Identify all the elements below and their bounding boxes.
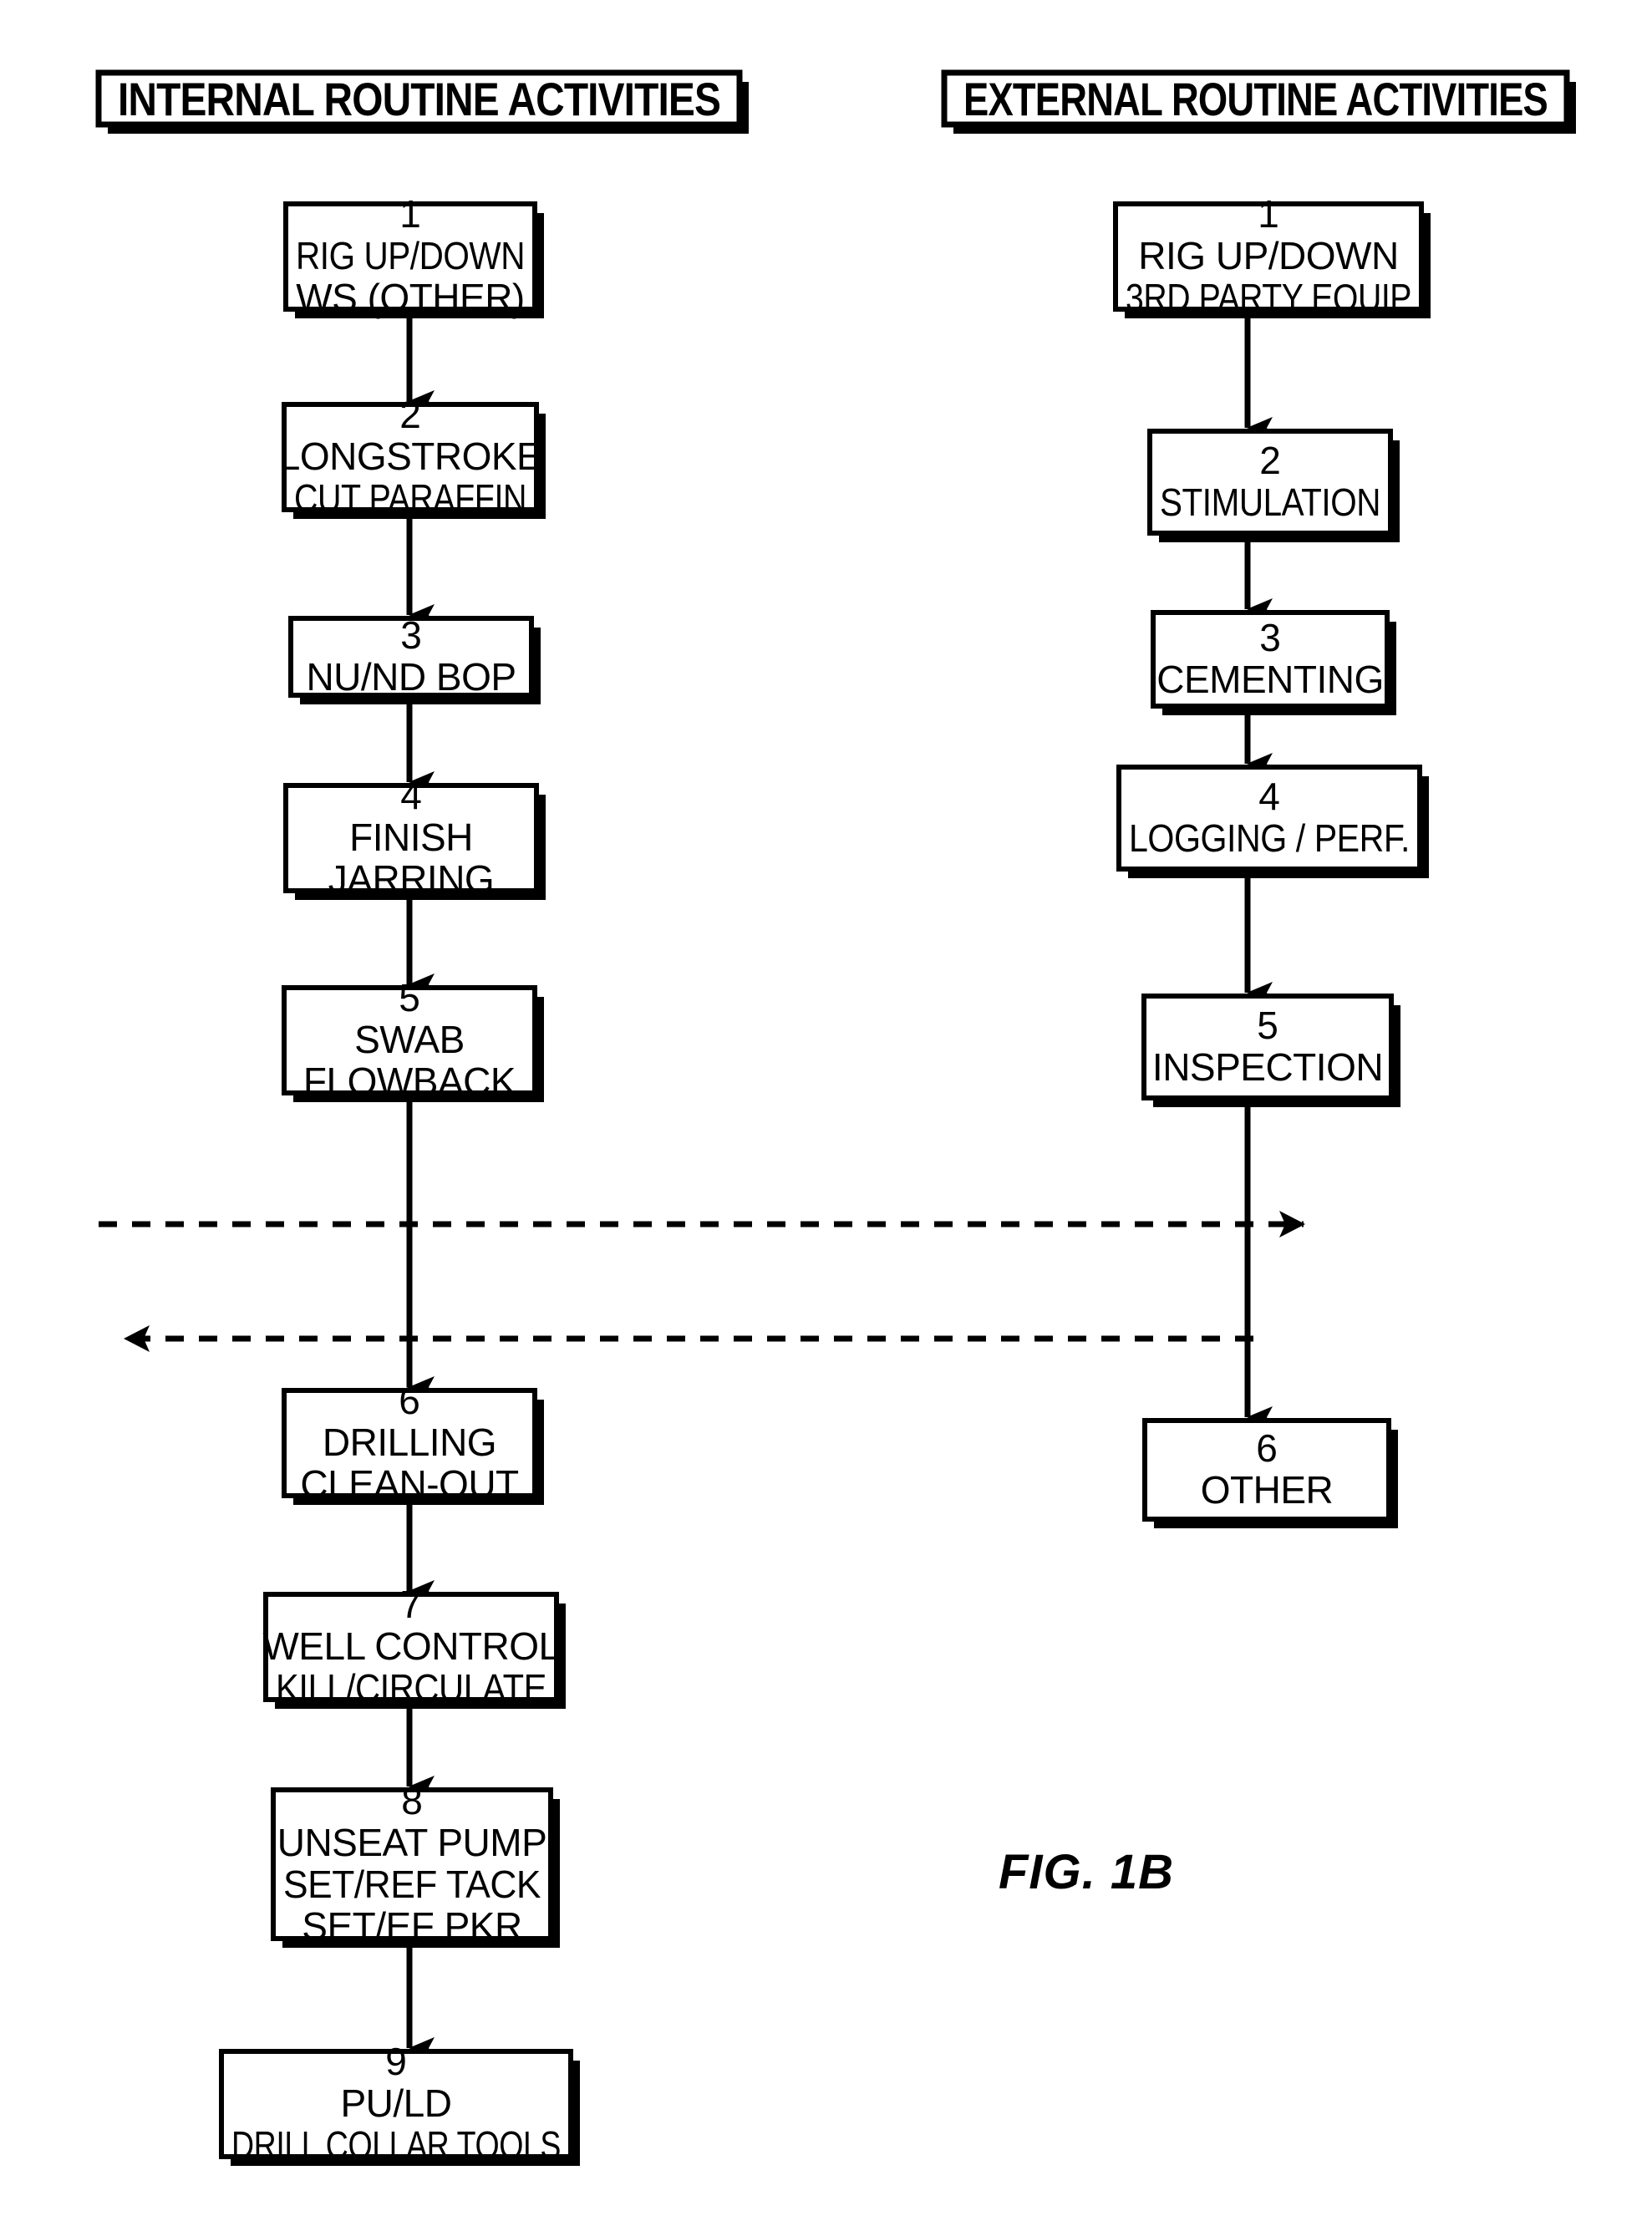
node-label-internal-3-line1: NU/ND BOP [306,655,516,699]
node-label-external-6-line1: OTHER [1201,1468,1334,1512]
node-number-external-6: 6 [1256,1426,1278,1470]
node-number-external-4: 4 [1258,775,1280,818]
node-label-internal-6-line2: CLEAN-OUT [300,1462,519,1506]
figure-caption: FIG. 1B [999,1845,1174,1899]
node-label-internal-2-line2: CUT PARAFFIN [294,476,526,520]
node-label-external-1-line2: 3RD PARTY EQUIP [1126,276,1411,319]
node-number-internal-9: 9 [385,2040,407,2083]
process-node-internal-1[interactable]: 1RIG UP/DOWNWS (OTHER) [283,192,544,319]
column-header-label-internal: INTERNAL ROUTINE ACTIVITIES [118,73,720,125]
node-label-external-3-line1: CEMENTING [1156,658,1384,701]
node-label-internal-9-line2: DRILL COLLAR TOOLS [231,2123,561,2167]
node-label-internal-9-line1: PU/LD [341,2081,452,2125]
node-label-internal-1-line2: WS (OTHER) [296,276,525,319]
node-number-internal-3: 3 [400,613,422,657]
process-node-external-4[interactable]: 4LOGGING / PERF. [1116,765,1429,878]
node-label-external-4-line1: LOGGING / PERF. [1129,816,1410,860]
node-label-internal-6-line1: DRILLING [323,1421,496,1464]
process-node-internal-5[interactable]: 5SWABFLOWBACK [282,976,544,1103]
node-number-internal-1: 1 [399,192,421,236]
process-node-internal-6[interactable]: 6DRILLINGCLEAN-OUT [282,1379,544,1506]
process-node-external-1[interactable]: 1RIG UP/DOWN3RD PARTY EQUIP [1113,192,1431,319]
node-label-external-5-line1: INSPECTION [1152,1045,1383,1089]
node-number-external-3: 3 [1259,616,1281,659]
node-label-internal-5-line2: FLOWBACK [303,1060,516,1103]
node-label-internal-8-line3: SET/EF PKR [302,1904,521,1948]
node-number-internal-2: 2 [399,393,421,436]
node-number-internal-8: 8 [401,1779,423,1822]
process-node-internal-4[interactable]: 4FINISHJARRING [283,774,546,901]
column-header-label-external: EXTERNAL ROUTINE ACTIVITIES [963,73,1548,125]
node-label-internal-7-line2: KILL/CIRCULATE [276,1666,546,1710]
node-number-internal-7: 7 [400,1583,422,1626]
process-node-external-2[interactable]: 2STIMULATION [1147,429,1400,542]
process-node-internal-9[interactable]: 9PU/LDDRILL COLLAR TOOLS [219,2040,580,2167]
node-label-external-2-line1: STIMULATION [1160,480,1380,524]
process-node-internal-8[interactable]: 8UNSEAT PUMPSET/REF TACKSET/EF PKR [271,1779,560,1948]
node-number-external-2: 2 [1259,439,1281,482]
node-number-external-5: 5 [1257,1004,1278,1047]
node-label-internal-4-line2: JARRING [328,857,494,901]
process-node-external-5[interactable]: 5INSPECTION [1141,994,1400,1107]
node-number-internal-6: 6 [399,1379,420,1422]
patent-figure-canvas: INTERNAL ROUTINE ACTIVITIES EXTERNAL ROUT… [0,0,1652,2216]
node-number-internal-5: 5 [399,976,420,1019]
node-label-internal-5-line1: SWAB [354,1018,465,1061]
process-node-external-6[interactable]: 6OTHER [1142,1418,1398,1528]
process-node-internal-2[interactable]: 2LONGSTROKECUT PARAFFIN [279,393,546,520]
node-label-internal-7-line1: WELL CONTROL [262,1624,559,1668]
column-header-external: EXTERNAL ROUTINE ACTIVITIES [941,69,1576,134]
flowchart-diagram: INTERNAL ROUTINE ACTIVITIES EXTERNAL ROUT… [95,69,1576,2167]
node-number-internal-4: 4 [400,774,422,817]
node-label-internal-1-line1: RIG UP/DOWN [296,234,525,277]
process-node-internal-7[interactable]: 7WELL CONTROLKILL/CIRCULATE [262,1583,566,1710]
process-node-external-3[interactable]: 3CEMENTING [1151,610,1396,715]
process-node-internal-3[interactable]: 3NU/ND BOP [288,613,541,704]
node-label-internal-8-line1: UNSEAT PUMP [277,1821,547,1864]
node-label-internal-4-line1: FINISH [349,816,473,859]
node-number-external-1: 1 [1258,192,1279,236]
column-header-internal: INTERNAL ROUTINE ACTIVITIES [95,69,749,134]
node-label-internal-2-line1: LONGSTROKE [279,435,542,478]
node-label-internal-8-line2: SET/REF TACK [283,1863,541,1906]
node-label-external-1-line1: RIG UP/DOWN [1138,234,1398,277]
